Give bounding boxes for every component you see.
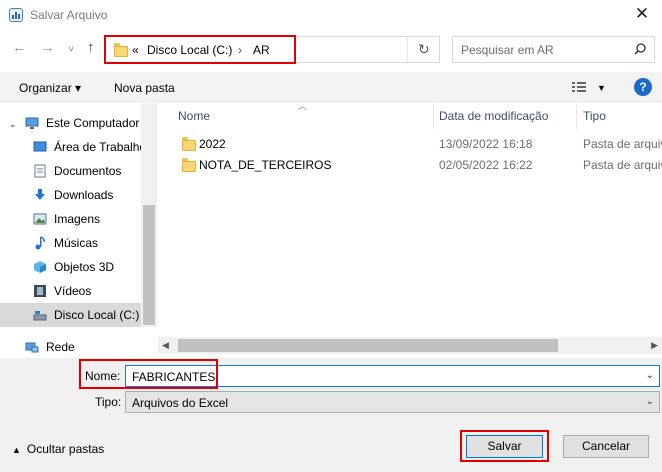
app-icon (9, 8, 23, 22)
sidebar-item-label: Rede (46, 340, 75, 354)
recent-locations-button[interactable]: ˅ (68, 42, 74, 58)
sidebar-item-label: Imagens (54, 212, 101, 226)
collapse-chevron-icon[interactable]: ⌄ (9, 119, 17, 130)
pictures-icon (33, 213, 47, 225)
cancel-button[interactable]: Cancelar (563, 435, 649, 458)
sidebar-item-local-disk[interactable]: Disco Local (C:) (0, 303, 141, 327)
sidebar-item-label: Vídeos (54, 284, 92, 298)
sidebar-item-3d-objects[interactable]: Objetos 3D (0, 255, 141, 279)
sidebar-item-desktop[interactable]: Área de Trabalho (0, 135, 146, 159)
music-icon (35, 236, 45, 250)
column-divider[interactable] (433, 103, 434, 129)
file-date: 13/09/2022 16:18 (439, 137, 533, 151)
computer-icon (25, 117, 39, 129)
file-type-value[interactable]: Arquivos do Excel (132, 396, 228, 410)
hide-folders-label: Ocultar pastas (26, 442, 105, 456)
sidebar-item-label: Músicas (54, 236, 99, 250)
new-folder-button[interactable]: Nova pasta (114, 81, 175, 95)
search-box[interactable]: Pesquisar em AR (452, 36, 655, 63)
sidebar-item-label: Área de Trabalho (54, 140, 147, 154)
file-row[interactable]: 2022 13/09/2022 16:18 Pasta de arquivos (166, 134, 662, 154)
folder-icon (182, 137, 196, 151)
refresh-icon[interactable]: ↻ (418, 41, 430, 58)
chevron-down-icon[interactable]: ⌄ (646, 370, 654, 381)
organize-button[interactable]: Organizar ▾ (19, 81, 81, 95)
up-button[interactable]: ↑ (87, 40, 95, 56)
navigation-pane: ⌄ Este Computador Área de Trabalho Docum… (0, 103, 157, 363)
hide-folders-button[interactable]: ▲ Ocultar pastas (12, 442, 104, 456)
desktop-icon (33, 141, 47, 152)
videos-icon (34, 285, 46, 297)
file-name: 2022 (199, 137, 226, 151)
sidebar-item-music[interactable]: Músicas (0, 231, 141, 255)
title-bar: Salvar Arquivo ✕ (0, 0, 662, 30)
scroll-left-icon[interactable]: ◀ (162, 340, 169, 351)
window-title: Salvar Arquivo (30, 8, 108, 22)
sort-up-icon: ︿ (298, 101, 308, 111)
documents-icon (34, 164, 46, 178)
sidebar-item-label: Objetos 3D (54, 260, 115, 274)
file-date: 02/05/2022 16:22 (439, 158, 533, 172)
horizontal-scroll-thumb[interactable] (178, 339, 558, 352)
sidebar-item-pictures[interactable]: Imagens (0, 207, 141, 231)
forward-button[interactable]: → (40, 40, 55, 56)
address-highlight (104, 35, 296, 64)
file-row[interactable]: NOTA_DE_TERCEIROS 02/05/2022 16:22 Pasta… (166, 155, 662, 175)
column-divider[interactable] (576, 103, 577, 129)
file-type-select[interactable]: Arquivos do Excel ⌄ (125, 391, 660, 413)
save-highlight (460, 430, 549, 462)
3d-objects-icon (34, 261, 46, 273)
sidebar-item-network[interactable]: Rede (0, 335, 141, 359)
divider (407, 37, 408, 62)
file-type: Pasta de arquivos (583, 158, 662, 172)
toolbar: Organizar ▾ Nova pasta ▼ ? (0, 72, 662, 102)
chevron-down-icon[interactable]: ⌄ (646, 396, 654, 407)
view-dropdown-icon[interactable]: ▼ (597, 83, 606, 93)
search-icon[interactable] (634, 43, 646, 55)
close-button[interactable]: ✕ (632, 4, 652, 24)
file-list: ︿ Nome Data de modificação Tipo 2022 13/… (158, 101, 662, 358)
view-options-icon[interactable] (572, 82, 586, 92)
folder-icon (182, 158, 196, 172)
sidebar-item-label: Disco Local (C:) (54, 308, 140, 322)
sidebar-item-documents[interactable]: Documentos (0, 159, 141, 183)
downloads-icon (35, 189, 45, 200)
file-name: NOTA_DE_TERCEIROS (199, 158, 332, 172)
sidebar-item-label: Documentos (54, 164, 122, 178)
column-header-date[interactable]: Data de modificação (439, 109, 548, 123)
type-label: Tipo: (95, 395, 122, 409)
scroll-right-icon[interactable]: ▶ (651, 340, 658, 351)
sidebar-item-videos[interactable]: Vídeos (0, 279, 141, 303)
column-header-type[interactable]: Tipo (583, 109, 606, 123)
network-icon (25, 342, 39, 353)
chevron-up-icon: ▲ (12, 445, 21, 455)
sidebar-item-this-pc[interactable]: ⌄ Este Computador (0, 111, 141, 135)
column-header-name[interactable]: Nome (178, 109, 210, 123)
sidebar-item-downloads[interactable]: Downloads (0, 183, 141, 207)
back-button[interactable]: ← (12, 40, 27, 56)
sidebar-item-label: Downloads (54, 188, 114, 202)
help-icon[interactable]: ? (634, 78, 652, 96)
drive-icon (33, 311, 47, 321)
sidebar-item-label: Este Computador (46, 116, 140, 130)
horizontal-scrollbar[interactable]: ◀ ▶ (158, 337, 662, 354)
sidebar-scroll-thumb[interactable] (143, 205, 155, 325)
filename-highlight (79, 359, 218, 389)
file-type: Pasta de arquivos (583, 137, 662, 151)
search-input[interactable]: Pesquisar em AR (461, 43, 554, 57)
